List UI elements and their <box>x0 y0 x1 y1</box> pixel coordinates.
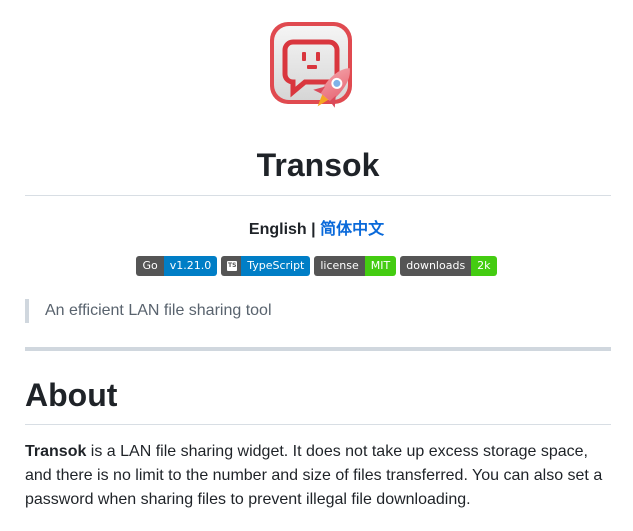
about-app-name: Transok <box>25 443 87 460</box>
badge-row: Go v1.21.0 TS TypeScript license MIT dow… <box>0 256 633 276</box>
about-heading: About <box>25 377 118 413</box>
badge-downloads[interactable]: downloads 2k <box>400 256 497 276</box>
badge-downloads-value: 2k <box>471 256 497 276</box>
about-paragraph: Transok is a LAN file sharing widget. It… <box>25 440 611 512</box>
badge-go-version[interactable]: Go v1.21.0 <box>136 256 218 276</box>
about-heading-divider <box>25 424 611 425</box>
badge-typescript[interactable]: TS TypeScript <box>221 256 311 276</box>
title-divider <box>25 195 611 196</box>
typescript-icon: TS <box>227 261 238 271</box>
tagline-blockquote: An efficient LAN file sharing tool <box>25 299 611 323</box>
badge-go-label: Go <box>136 256 164 276</box>
tagline-text: An efficient LAN file sharing tool <box>45 302 272 319</box>
badge-license-label: license <box>314 256 365 276</box>
about-description: is a LAN file sharing widget. It does no… <box>25 443 603 508</box>
badge-license[interactable]: license MIT <box>314 256 397 276</box>
badge-license-value: MIT <box>364 256 397 276</box>
language-separator: | <box>306 221 321 238</box>
robot-rocket-icon <box>269 22 352 108</box>
language-switcher: English | 简体中文 <box>0 219 633 241</box>
app-logo <box>269 18 365 118</box>
logo-container <box>0 18 633 118</box>
page-title: Transok <box>256 147 380 183</box>
language-current: English <box>248 221 307 238</box>
language-link-chinese[interactable]: 简体中文 <box>320 221 384 238</box>
badge-go-value: v1.21.0 <box>163 256 218 276</box>
badge-downloads-label: downloads <box>400 256 472 276</box>
section-divider <box>25 347 611 351</box>
badge-typescript-label: TypeScript <box>241 256 311 276</box>
badge-typescript-logo: TS <box>221 256 242 276</box>
